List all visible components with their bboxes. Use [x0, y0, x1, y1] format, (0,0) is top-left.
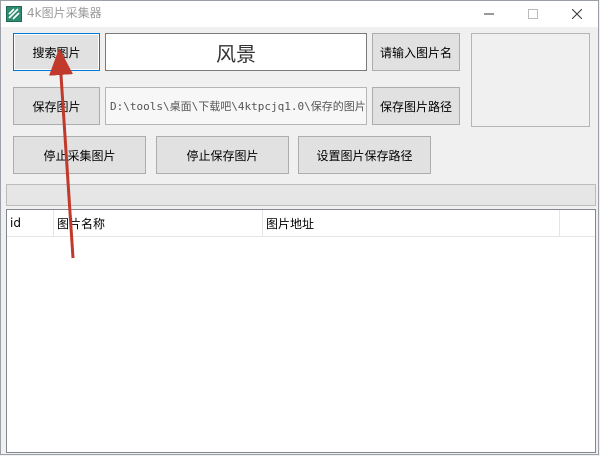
window-title: 4k图片采集器 [27, 6, 102, 20]
close-button[interactable] [555, 1, 599, 27]
save-images-button[interactable]: 保存图片 [13, 87, 100, 125]
save-path-button[interactable]: 保存图片路径 [372, 87, 460, 125]
image-list[interactable]: id 图片名称 图片地址 [6, 209, 596, 453]
app-logo-icon [6, 6, 22, 22]
column-header-url[interactable]: 图片地址 [263, 210, 560, 236]
enter-image-name-button[interactable]: 请输入图片名 [372, 33, 460, 71]
maximize-button[interactable] [511, 1, 555, 27]
column-header-id[interactable]: id [7, 210, 54, 236]
keyword-input[interactable]: 风景 [105, 33, 367, 71]
image-preview-box [471, 33, 590, 127]
list-header: id 图片名称 图片地址 [7, 210, 595, 237]
stop-save-button[interactable]: 停止保存图片 [156, 136, 289, 174]
progress-bar [6, 184, 596, 206]
column-header-name[interactable]: 图片名称 [54, 210, 263, 236]
stop-collect-button[interactable]: 停止采集图片 [13, 136, 146, 174]
search-images-button[interactable]: 搜索图片 [13, 33, 100, 71]
maximize-icon [528, 9, 538, 19]
title-bar[interactable]: 4k图片采集器 [1, 1, 598, 27]
close-icon [572, 9, 582, 19]
minimize-button[interactable] [467, 1, 511, 27]
app-window: 4k图片采集器 搜索图片 风景 请输入图片名 保存图片 D:\tools\桌面\… [0, 0, 599, 455]
save-path-field[interactable]: D:\tools\桌面\下载吧\4ktpcjq1.0\保存的图片 [105, 87, 367, 125]
minimize-icon [484, 13, 494, 15]
set-save-path-button[interactable]: 设置图片保存路径 [298, 136, 431, 174]
